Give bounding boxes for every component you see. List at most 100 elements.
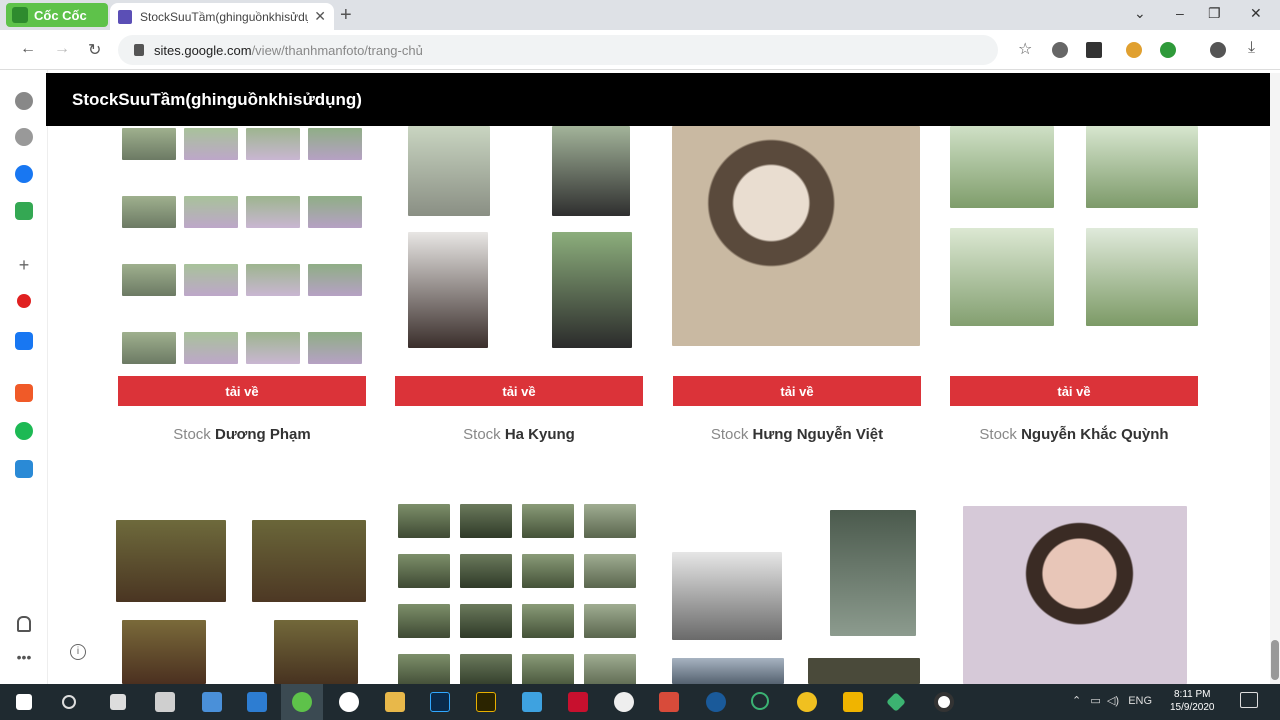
stock-1-preview-thumb[interactable] (246, 264, 300, 296)
add-icon[interactable]: + (15, 256, 33, 274)
yandex-browser-icon[interactable] (339, 692, 359, 712)
stock-2-photo-3[interactable] (408, 232, 488, 348)
stock-6-preview-thumb[interactable] (522, 604, 574, 638)
stock-4-download-button[interactable]: tải về (950, 376, 1198, 406)
tray-chevron-icon[interactable]: ⌃ (1072, 695, 1081, 707)
stock-6-preview-thumb[interactable] (522, 504, 574, 538)
forward-button[interactable]: → (54, 40, 70, 58)
reload-button[interactable]: ↻ (88, 40, 101, 60)
stock-1-preview-thumb[interactable] (246, 332, 300, 364)
stock-2-photo-2[interactable] (552, 126, 630, 216)
stock-1-preview-thumb[interactable] (184, 196, 238, 228)
stock-6-preview-thumb[interactable] (584, 654, 636, 684)
close-window-button[interactable]: ✕ (1250, 5, 1262, 22)
downloads-icon[interactable]: ⤓ (1248, 39, 1255, 57)
network-icon[interactable]: ▭ (1090, 695, 1100, 707)
site-title[interactable]: StockSuuTầm(ghinguồnkhisửdụng) (72, 90, 362, 110)
stock-2-photo-4[interactable] (552, 232, 632, 348)
restore-button[interactable]: ❐ (1208, 5, 1221, 22)
stock-6-preview-thumb[interactable] (460, 504, 512, 538)
bell-icon[interactable] (17, 616, 31, 632)
stock-1-preview-thumb[interactable] (184, 128, 238, 160)
minimize-button[interactable]: – (1176, 5, 1184, 21)
stock-2-photo-1[interactable] (408, 126, 490, 216)
stock-2-download-button[interactable]: tải về (395, 376, 643, 406)
address-bar[interactable]: sites.google.com /view/thanhmanfoto/tran… (118, 35, 998, 65)
settings-icon[interactable] (15, 92, 33, 110)
windows-start-icon[interactable] (16, 694, 32, 710)
stock-6-preview-thumb[interactable] (522, 554, 574, 588)
back-button[interactable]: ← (20, 40, 36, 58)
stock-1-preview-thumb[interactable] (122, 264, 176, 296)
new-tab-button[interactable]: + (340, 5, 352, 25)
calculator-icon[interactable] (15, 460, 33, 478)
security-app-icon[interactable] (110, 694, 126, 710)
stock-1-preview-thumb[interactable] (246, 128, 300, 160)
stock-6-preview-thumb[interactable] (460, 604, 512, 638)
stock-6-preview-thumb[interactable] (398, 654, 450, 684)
stock-6-preview-thumb[interactable] (460, 554, 512, 588)
page-scrollbar[interactable] (1270, 73, 1280, 684)
stock-5-photo-4[interactable] (274, 620, 358, 684)
history-icon[interactable] (15, 128, 33, 146)
bridge-icon[interactable] (476, 692, 496, 712)
more-icon[interactable]: ••• (15, 650, 33, 670)
stock-3-download-button[interactable]: tải về (673, 376, 921, 406)
stock-6-preview-thumb[interactable] (584, 604, 636, 638)
info-icon[interactable]: i (70, 644, 86, 660)
stock-1-preview-thumb[interactable] (122, 128, 176, 160)
page-scrollbar-thumb[interactable] (1271, 640, 1279, 680)
store-app-icon[interactable] (247, 692, 267, 712)
youtube-icon[interactable] (17, 294, 31, 308)
stock-1-preview-thumb[interactable] (308, 264, 362, 296)
stock-1-preview-thumb[interactable] (184, 264, 238, 296)
language-indicator[interactable]: ENG (1128, 695, 1152, 707)
stock-7-photo-4[interactable] (808, 658, 920, 684)
coin-extension-icon[interactable] (1126, 42, 1142, 58)
record-app-icon[interactable] (934, 692, 954, 712)
stock-4-photo-4[interactable] (1086, 228, 1198, 326)
messenger-icon[interactable] (15, 165, 33, 183)
stock-6-preview-thumb[interactable] (584, 554, 636, 588)
stock-4-photo-3[interactable] (950, 228, 1054, 326)
stock-4-photo-1[interactable] (950, 126, 1054, 208)
power-app-icon[interactable] (751, 692, 769, 710)
stock-6-preview-thumb[interactable] (584, 504, 636, 538)
stock-6-preview-thumb[interactable] (460, 654, 512, 684)
photos-app-icon[interactable] (202, 692, 222, 712)
arrow-app-icon[interactable] (886, 692, 906, 712)
chat-app-icon[interactable] (797, 692, 817, 712)
spotify-icon[interactable] (15, 422, 33, 440)
stock-6-preview-thumb[interactable] (398, 504, 450, 538)
photoshop-icon[interactable] (430, 692, 450, 712)
notification-center-icon[interactable] (1240, 692, 1258, 708)
stock-1-preview-thumb[interactable] (308, 128, 362, 160)
stock-7-photo-3[interactable] (672, 658, 784, 684)
tab-search-icon[interactable]: ⌄ (1134, 5, 1146, 22)
search-icon[interactable] (62, 695, 76, 709)
stock-7-photo-2[interactable] (830, 510, 916, 636)
stock-6-preview-thumb[interactable] (398, 604, 450, 638)
chrome-icon[interactable] (614, 692, 634, 712)
facebook-icon[interactable] (15, 332, 33, 350)
stock-4-photo-2[interactable] (1086, 126, 1198, 208)
stock-5-photo-1[interactable] (116, 520, 226, 602)
stock-1-preview-thumb[interactable] (308, 196, 362, 228)
stock-1-preview-thumb[interactable] (184, 332, 238, 364)
file-explorer-icon[interactable] (385, 692, 405, 712)
media-app-icon[interactable] (568, 692, 588, 712)
shield-extension-icon[interactable] (1052, 42, 1068, 58)
bookmark-star-icon[interactable]: ☆ (1018, 39, 1032, 59)
app-grid-icon[interactable] (155, 692, 175, 712)
taskbar-clock[interactable]: 8:11 PM 15/9/2020 (1170, 688, 1215, 714)
system-tray[interactable]: ⌃ ▭ ◁) ENG (1072, 694, 1152, 707)
game-icon[interactable] (15, 202, 33, 220)
coccoc-brand-tab[interactable]: Cốc Cốc (6, 3, 108, 27)
stock-1-download-button[interactable]: tải về (118, 376, 366, 406)
profile-avatar-icon[interactable] (1210, 42, 1226, 58)
stock-6-preview-thumb[interactable] (398, 554, 450, 588)
stock-1-preview-thumb[interactable] (122, 332, 176, 364)
calendar-app-icon[interactable] (522, 692, 542, 712)
notes-icon[interactable] (15, 384, 33, 402)
stock-5-photo-3[interactable] (122, 620, 206, 684)
